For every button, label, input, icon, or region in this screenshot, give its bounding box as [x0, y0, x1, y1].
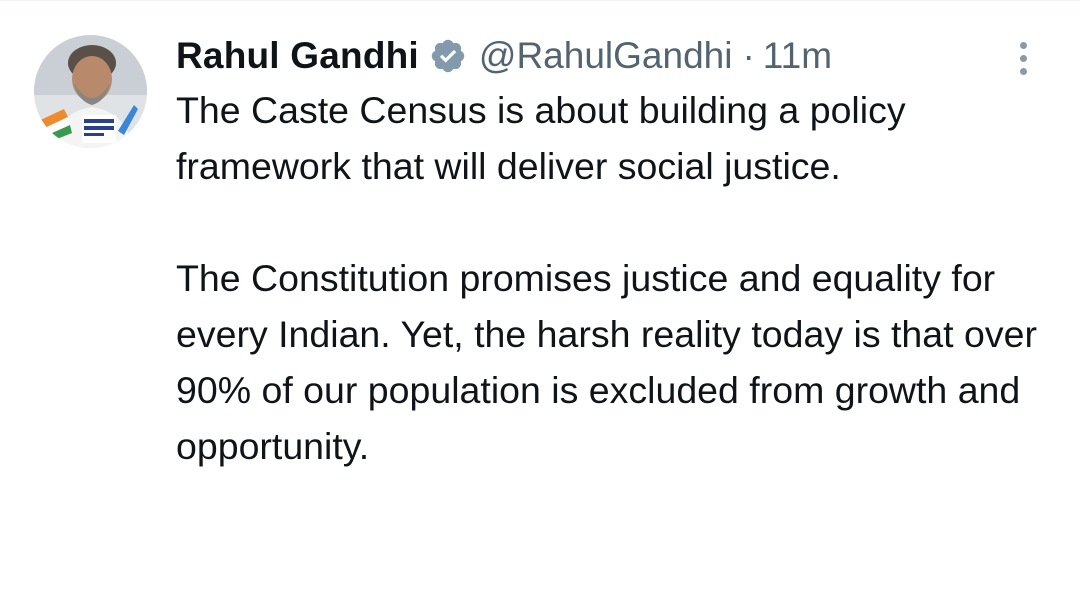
tweet-paragraph: The Caste Census is about building a pol…: [176, 89, 906, 187]
tweet-header: Rahul Gandhi @RahulGandhi · 11m: [176, 28, 832, 84]
more-dot: [1019, 67, 1027, 75]
avatar-image: [34, 35, 147, 148]
more-options-icon[interactable]: [1003, 36, 1043, 80]
avatar[interactable]: [34, 35, 147, 148]
more-dot: [1019, 54, 1027, 62]
author-handle[interactable]: @RahulGandhi: [479, 35, 733, 77]
author-display-name[interactable]: Rahul Gandhi: [176, 35, 419, 77]
tweet-timestamp[interactable]: 11m: [763, 35, 832, 77]
tweet-paragraph: The Constitution promises justice and eq…: [176, 257, 1037, 467]
tweet-text: The Caste Census is about building a pol…: [176, 82, 1056, 474]
verified-badge-icon: [429, 37, 467, 75]
separator-dot: ·: [742, 35, 755, 76]
more-dot: [1019, 41, 1027, 49]
tweet[interactable]: Rahul Gandhi @RahulGandhi · 11m The Cast…: [0, 0, 1080, 594]
